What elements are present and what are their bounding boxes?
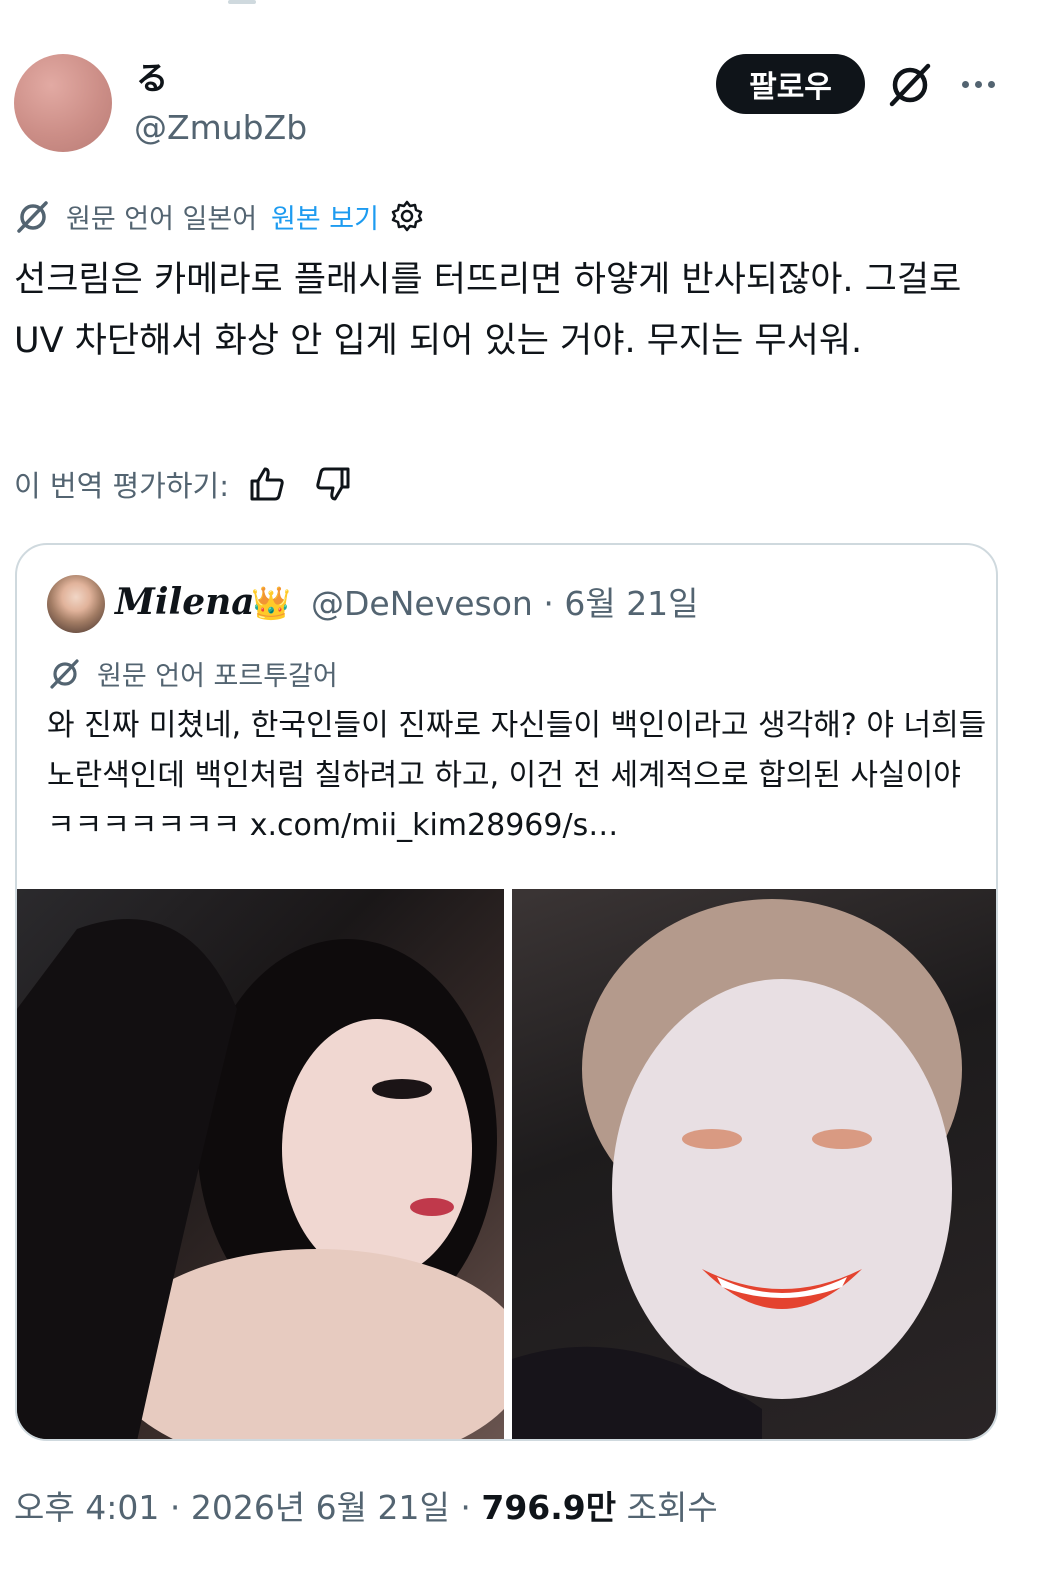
author-handle[interactable]: @ZmubZb xyxy=(134,106,307,150)
meta-separator: · xyxy=(543,584,554,623)
quoted-post-card[interactable]: Milena 👑 @DeNeveson · 6월 21일 원문 언어 포르투갈어… xyxy=(15,543,998,1441)
show-original-link[interactable]: 원본 보기 xyxy=(271,197,379,236)
crown-emoji: 👑 xyxy=(251,584,291,622)
quoted-translation-source: 원문 언어 포르투갈어 xyxy=(97,660,338,692)
post-text: 선크림은 카메라로 플래시를 터뜨리면 하얗게 반사되잖아. 그걸로 UV 차단… xyxy=(14,260,962,361)
quoted-text: 와 진짜 미쳤네, 한국인들이 진짜로 자신들이 백인이라고 생각해? 야 너희… xyxy=(47,708,987,843)
rate-translation-row: 이 번역 평가하기: xyxy=(14,462,353,506)
post-date[interactable]: 2026년 6월 21일 xyxy=(191,1488,450,1527)
translation-source-label: 원문 언어 일본어 xyxy=(66,203,258,235)
grok-icon[interactable] xyxy=(884,58,936,110)
follow-button[interactable]: 팔로우 xyxy=(716,54,865,114)
thumbs-up-icon[interactable] xyxy=(247,464,287,504)
quoted-meta: @DeNeveson · 6월 21일 xyxy=(311,583,699,625)
thumbs-down-icon[interactable] xyxy=(313,464,353,504)
translate-icon xyxy=(47,655,83,691)
author-display-name[interactable]: る xyxy=(136,58,168,98)
quoted-date[interactable]: 6월 21일 xyxy=(564,584,698,623)
quoted-author-name[interactable]: Milena xyxy=(115,579,255,625)
translate-icon xyxy=(14,197,52,235)
rate-translation-label: 이 번역 평가하기: xyxy=(14,469,229,503)
translation-row: 원문 언어 일본어 원본 보기 xyxy=(14,196,425,236)
author-avatar[interactable] xyxy=(14,54,112,152)
footer-separator: · xyxy=(460,1488,471,1527)
post-footer: 오후 4:01 · 2026년 6월 21일 · 796.9만 조회수 xyxy=(14,1486,718,1530)
footer-separator: · xyxy=(169,1488,181,1527)
quoted-photo-left[interactable] xyxy=(17,889,504,1439)
previous-post-divider xyxy=(228,0,256,4)
views-label: 조회수 xyxy=(626,1488,718,1527)
quoted-translation-row: 원문 언어 포르투갈어 xyxy=(47,653,338,693)
more-dots-icon[interactable] xyxy=(956,70,1000,98)
quoted-author-handle[interactable]: @DeNeveson xyxy=(311,584,533,623)
post-time[interactable]: 오후 4:01 xyxy=(14,1488,159,1527)
quoted-author-avatar[interactable] xyxy=(47,575,105,633)
views-count: 796.9만 xyxy=(481,1488,617,1527)
gear-icon[interactable] xyxy=(389,198,425,234)
quoted-photo-right[interactable] xyxy=(512,889,996,1439)
